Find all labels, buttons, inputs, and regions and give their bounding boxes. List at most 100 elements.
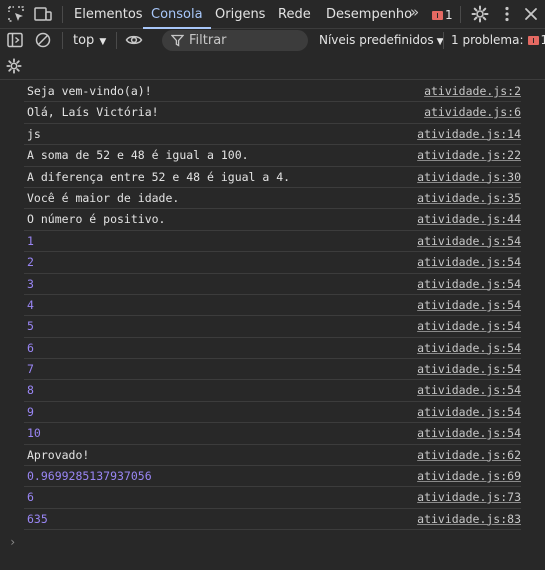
- error-count-badge[interactable]: 1: [432, 8, 453, 22]
- source-link[interactable]: atividade.js:62: [417, 445, 521, 466]
- source-link[interactable]: atividade.js:69: [417, 466, 521, 487]
- console-prompt[interactable]: ›: [9, 535, 16, 549]
- inspect-element-icon[interactable]: [6, 4, 26, 24]
- console-message: 7 atividade.js:54: [24, 359, 521, 381]
- console-message-text: 8: [27, 383, 34, 398]
- console-message: js atividade.js:14: [24, 124, 521, 146]
- issues-count: 1: [540, 33, 545, 47]
- source-link[interactable]: atividade.js:35: [417, 188, 521, 209]
- tab-elements[interactable]: Elementos: [74, 0, 143, 29]
- source-link[interactable]: atividade.js:44: [417, 209, 521, 230]
- console-message-text: Seja vem-vindo(a)!: [27, 84, 152, 98]
- divider: [62, 32, 63, 49]
- source-link[interactable]: atividade.js:14: [417, 124, 521, 145]
- console-message-text: 10: [27, 426, 41, 441]
- source-link[interactable]: atividade.js:54: [417, 423, 521, 444]
- more-tabs-button[interactable]: »: [410, 3, 419, 21]
- close-devtools-icon[interactable]: [521, 4, 541, 24]
- tab-network[interactable]: Rede: [278, 0, 311, 29]
- console-message-text: Olá, Laís Victória!: [27, 105, 159, 120]
- log-levels-dropdown[interactable]: Níveis predefinidos ▼: [319, 33, 444, 47]
- console-settings-row: [0, 52, 545, 80]
- source-link[interactable]: atividade.js:54: [417, 380, 521, 401]
- source-link[interactable]: atividade.js:54: [417, 231, 521, 252]
- console-message-text: 1: [27, 233, 34, 248]
- divider: [443, 32, 444, 49]
- console-message-text: 6: [27, 340, 34, 355]
- console-message-text: 7: [27, 362, 34, 377]
- issues-label: 1 problema:: [451, 33, 524, 47]
- live-expression-eye-icon[interactable]: [125, 31, 143, 49]
- filter-input[interactable]: [189, 30, 299, 51]
- filter-box[interactable]: [162, 30, 308, 51]
- issues-button[interactable]: 1 problema: 1: [451, 33, 545, 47]
- filter-funnel-icon: [171, 34, 184, 47]
- source-link[interactable]: atividade.js:73: [417, 487, 521, 508]
- console-message: 4 atividade.js:54: [24, 295, 521, 317]
- console-message-text: js: [27, 126, 41, 141]
- context-value: top: [73, 33, 95, 48]
- console-message-text: A soma de 52 e 48 é igual a 100.: [27, 148, 249, 163]
- console-message: 6 atividade.js:73: [24, 487, 521, 509]
- chevron-down-icon: ▼: [99, 37, 107, 47]
- divider: [460, 6, 461, 23]
- issue-flag-icon: [527, 35, 539, 45]
- console-message-text: 6: [27, 490, 34, 505]
- source-link[interactable]: atividade.js:83: [417, 509, 521, 530]
- console-message: 1 atividade.js:54: [24, 231, 521, 253]
- console-toolbar: top ▼ Níveis predefinidos▼ 1 problema: 1: [0, 29, 545, 52]
- source-link[interactable]: atividade.js:54: [417, 316, 521, 337]
- show-sidebar-icon[interactable]: [6, 31, 24, 49]
- more-options-icon[interactable]: [497, 4, 517, 24]
- console-message-text: 0.9699285137937056: [27, 469, 152, 484]
- error-count: 1: [445, 8, 453, 22]
- tab-sources[interactable]: Origens: [215, 0, 265, 29]
- console-message: O número é positivo. atividade.js:44: [24, 209, 521, 231]
- console-output: Seja vem-vindo(a)! atividade.js:2 Olá, Laí…: [0, 81, 545, 531]
- console-message-text: 635: [27, 511, 48, 526]
- settings-gear-icon[interactable]: [470, 4, 490, 24]
- console-message-text: 9: [27, 404, 34, 419]
- source-link[interactable]: atividade.js:54: [417, 359, 521, 380]
- console-message: 10 atividade.js:54: [24, 423, 521, 445]
- console-message: 5 atividade.js:54: [24, 316, 521, 338]
- source-link[interactable]: atividade.js:54: [417, 402, 521, 423]
- console-message: 6 atividade.js:54: [24, 338, 521, 360]
- console-message-text: 4: [27, 297, 34, 312]
- source-link[interactable]: atividade.js:2: [424, 81, 521, 102]
- log-levels-label: Níveis predefinidos: [319, 33, 434, 47]
- divider: [116, 32, 117, 49]
- console-message-text: O número é positivo.: [27, 212, 166, 227]
- error-flag-icon: [432, 10, 443, 20]
- clear-console-icon[interactable]: [34, 31, 52, 49]
- console-message: 2 atividade.js:54: [24, 252, 521, 274]
- tab-console[interactable]: Consola: [143, 0, 211, 29]
- console-message: 635 atividade.js:83: [24, 509, 521, 531]
- divider: [62, 6, 63, 23]
- source-link[interactable]: atividade.js:54: [417, 274, 521, 295]
- source-link[interactable]: atividade.js:30: [417, 167, 521, 188]
- tab-performance[interactable]: Desempenho: [326, 0, 412, 29]
- console-message: A soma de 52 e 48 é igual a 100. atividad…: [24, 145, 521, 167]
- console-message: Seja vem-vindo(a)! atividade.js:2: [24, 81, 521, 103]
- console-message: Olá, Laís Victória! atividade.js:6: [24, 102, 521, 124]
- device-toolbar-icon[interactable]: [33, 4, 53, 24]
- source-link[interactable]: atividade.js:6: [424, 102, 521, 123]
- source-link[interactable]: atividade.js:54: [417, 252, 521, 273]
- source-link[interactable]: atividade.js:54: [417, 338, 521, 359]
- console-message: A diferença entre 52 e 48 é igual a 4. at…: [24, 167, 521, 188]
- devtools-tabbar: Elementos Consola Origens Rede Desempenh…: [0, 0, 545, 29]
- source-link[interactable]: atividade.js:22: [417, 145, 521, 166]
- console-message: 3 atividade.js:54: [24, 274, 521, 295]
- console-message-text: Aprovado!: [27, 447, 90, 462]
- console-message-text: 2: [27, 255, 34, 270]
- source-link[interactable]: atividade.js:54: [417, 295, 521, 316]
- console-message-text: Você é maior de idade.: [27, 190, 180, 205]
- console-message: 0.9699285137937056 atividade.js:69: [24, 466, 521, 488]
- console-message: Você é maior de idade. atividade.js:35: [24, 188, 521, 210]
- context-selector[interactable]: top ▼: [73, 33, 106, 48]
- console-message: 8 atividade.js:54: [24, 380, 521, 402]
- console-message-text: 5: [27, 319, 34, 334]
- console-message: Aprovado! atividade.js:62: [24, 445, 521, 467]
- console-settings-gear-icon[interactable]: [5, 57, 23, 75]
